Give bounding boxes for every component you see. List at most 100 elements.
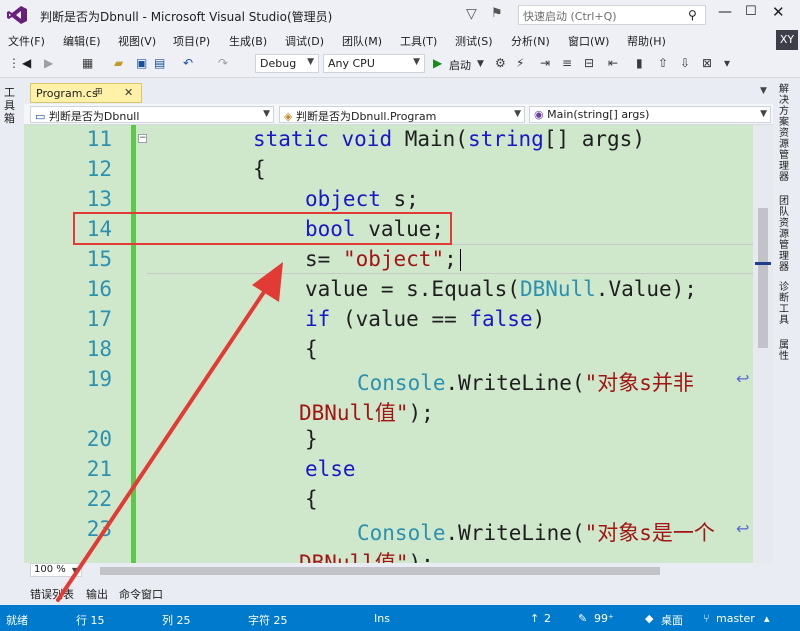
- chevron-down-icon[interactable]: ▼: [477, 59, 484, 69]
- line-number: 21: [86, 457, 112, 481]
- feedback-flag-icon[interactable]: ⚑: [491, 6, 503, 21]
- change-tracking-bar: [131, 125, 136, 563]
- class-dropdown[interactable]: ◈ 判断是否为Dbnull.Program ▼: [279, 106, 525, 123]
- start-button[interactable]: 启动: [449, 57, 471, 73]
- code-line-wrapped: DBNull值");: [299, 401, 434, 425]
- chevron-down-icon: ▼: [307, 57, 314, 67]
- code-line: value = s.Equals(DBNull.Value);: [305, 277, 697, 301]
- save-icon[interactable]: ▣: [136, 56, 147, 70]
- chevron-down-icon: ▼: [413, 57, 420, 67]
- branch-icon: ⑂: [703, 612, 710, 625]
- toolbar-options-icon[interactable]: ▾: [724, 56, 730, 70]
- line-number: 13: [86, 187, 112, 211]
- chevron-down-icon[interactable]: ▼: [760, 86, 767, 96]
- pin-icon[interactable]: ⊞: [95, 87, 103, 97]
- format-icon[interactable]: ≡: [562, 56, 572, 70]
- search-icon[interactable]: ⚲: [688, 8, 697, 22]
- code-line: if (value == false): [305, 307, 546, 331]
- line-number: 16: [86, 277, 112, 301]
- chevron-up-icon[interactable]: ▴: [764, 612, 770, 625]
- navigate-back-icon[interactable]: ◀: [22, 56, 31, 70]
- scrollbar-thumb[interactable]: [758, 208, 768, 348]
- menu-edit[interactable]: 编辑(E): [63, 33, 101, 49]
- tab-output[interactable]: 输出: [86, 586, 108, 602]
- menu-build[interactable]: 生成(B): [229, 33, 267, 49]
- word-wrap-icon: ↩: [736, 519, 750, 538]
- clear-bookmarks-icon[interactable]: ⊠: [702, 56, 712, 70]
- status-char: 字符 25: [248, 614, 288, 627]
- member-dropdown[interactable]: ◉ Main(string[] args) ▼: [529, 106, 771, 123]
- open-file-icon[interactable]: ▰: [114, 56, 123, 70]
- status-branch[interactable]: master: [716, 612, 755, 625]
- properties-tab[interactable]: 属性: [779, 340, 793, 362]
- configuration-value: Debug: [260, 57, 297, 70]
- menu-window[interactable]: 窗口(W): [568, 33, 609, 49]
- attach-icon[interactable]: ⚙: [495, 56, 506, 70]
- indent-icon[interactable]: ⇤: [608, 56, 618, 70]
- maximize-button[interactable]: ☐: [745, 4, 757, 19]
- hot-reload-icon[interactable]: ⚡: [516, 56, 524, 70]
- line-number: 17: [86, 307, 112, 331]
- notifications-filter-icon[interactable]: ▽: [466, 6, 477, 22]
- diagnostic-tools-tab[interactable]: 诊断工具: [779, 282, 793, 326]
- configuration-select[interactable]: Debug ▼: [255, 54, 319, 73]
- redo-icon[interactable]: ↷: [218, 56, 228, 70]
- bookmark-icon[interactable]: ▮: [636, 56, 643, 70]
- csharp-project-icon: ▭: [35, 110, 46, 123]
- pencil-icon: ✎: [578, 612, 588, 625]
- status-insert-mode: Ins: [374, 612, 390, 625]
- zoom-select[interactable]: 100 % ▼: [30, 563, 82, 577]
- tab-label: Program.cs: [36, 87, 98, 100]
- project-dropdown[interactable]: ▭ 判断是否为Dbnull ▼: [30, 106, 274, 123]
- chevron-down-icon: ▼: [71, 566, 78, 575]
- tab-command-window[interactable]: 命令窗口: [119, 586, 163, 602]
- menu-file[interactable]: 文件(F): [8, 33, 45, 49]
- new-project-icon[interactable]: ▦: [82, 56, 93, 70]
- menu-view[interactable]: 视图(V): [118, 33, 156, 49]
- solution-explorer-tab[interactable]: 解决方案资源管理器: [779, 84, 793, 183]
- menu-team[interactable]: 团队(M): [342, 33, 382, 49]
- platform-select[interactable]: Any CPU ▼: [323, 54, 425, 73]
- zoom-value: 100 %: [34, 564, 66, 575]
- horizontal-scrollbar-thumb[interactable]: [100, 567, 660, 575]
- comment-icon[interactable]: ⊟: [584, 56, 594, 70]
- method-icon: ◉: [534, 108, 544, 121]
- start-debugging-icon[interactable]: ▶: [433, 56, 442, 70]
- code-line: {: [253, 157, 266, 181]
- close-tab-icon[interactable]: ✕: [124, 86, 133, 99]
- status-unpushed-count[interactable]: 2: [544, 612, 551, 625]
- toolbox-tab[interactable]: 工具箱: [4, 86, 18, 125]
- code-line: {: [305, 487, 318, 511]
- quick-launch-input[interactable]: 快速启动 (Ctrl+Q): [518, 5, 706, 25]
- status-repository[interactable]: 桌面: [661, 612, 683, 628]
- menu-project[interactable]: 项目(P): [173, 33, 210, 49]
- account-avatar[interactable]: XY: [776, 30, 798, 50]
- word-wrap-icon: ↩: [736, 369, 750, 388]
- chevron-down-icon: ▼: [760, 109, 767, 119]
- menu-help[interactable]: 帮助(H): [627, 33, 666, 49]
- code-line: static void Main(string[] args): [253, 127, 645, 151]
- next-bookmark-icon[interactable]: ⇩: [680, 56, 690, 70]
- team-explorer-tab[interactable]: 团队资源管理器: [779, 196, 793, 273]
- collapse-outline-icon[interactable]: −: [138, 134, 147, 143]
- line-number: 18: [86, 337, 112, 361]
- step-icon[interactable]: ⇥: [540, 56, 550, 70]
- class-icon: ◈: [284, 110, 293, 123]
- standard-toolbar: ⋮ ◀ ▶ ▦ ▰ ▣ ▤ ↶ ↷ Debug ▼ Any CPU ▼ ▶ 启动 ▼…: [0, 50, 800, 78]
- platform-value: Any CPU: [328, 57, 375, 70]
- text-caret: [460, 249, 461, 271]
- prev-bookmark-icon[interactable]: ⇧: [658, 56, 668, 70]
- status-pending-changes[interactable]: 99⁺: [594, 612, 614, 625]
- menu-test[interactable]: 测试(S): [455, 33, 493, 49]
- minimize-button[interactable]: —: [718, 4, 732, 20]
- line-number: 12: [86, 157, 112, 181]
- navigate-forward-icon[interactable]: ▶: [44, 56, 53, 70]
- undo-icon[interactable]: ↶: [183, 56, 193, 70]
- menu-tools[interactable]: 工具(T): [400, 33, 437, 49]
- save-all-icon[interactable]: ▤: [154, 56, 165, 70]
- close-button[interactable]: ✕: [772, 3, 785, 21]
- menu-analyze[interactable]: 分析(N): [511, 33, 550, 49]
- menu-debug[interactable]: 调试(D): [285, 33, 324, 49]
- tab-error-list[interactable]: 错误列表: [30, 586, 74, 602]
- line-number: 11: [86, 127, 112, 151]
